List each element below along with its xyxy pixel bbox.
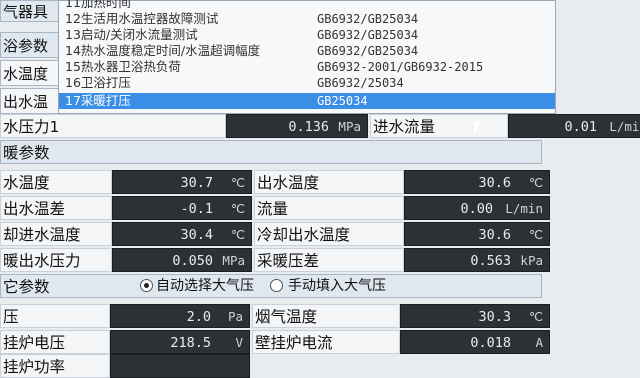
other-left-value: 2.0 Pa (110, 304, 250, 328)
other-right-label: 壁挂炉电流 (252, 330, 400, 354)
other-right-value: 30.3 ℃ (400, 304, 550, 328)
other-right-label: 烟气温度 (252, 304, 400, 328)
mouse-cursor-icon (474, 121, 481, 135)
heating-left-label: 水温度 (0, 170, 112, 194)
other-left-label: 压 (0, 304, 110, 328)
inlet-flow-value: 0.01L/min (508, 114, 640, 138)
inlet-pressure-value: 0.136 MPa (226, 114, 368, 138)
dropdown-item[interactable]: 12生活用水温控器故障测试 GB6932/GB25034 (59, 11, 555, 27)
side-header-appliance: 气器具 (0, 0, 62, 22)
dropdown-item[interactable]: 15热水器卫浴热负荷 GB6932-2001/GB6932-2015 (59, 59, 555, 75)
radio-manual-pressure[interactable] (270, 279, 283, 292)
side-header-water-temp: 水温度 (0, 60, 62, 86)
heating-left-label: 出水温差 (0, 196, 112, 220)
heating-right-label: 流量 (254, 196, 404, 220)
dropdown-item[interactable]: 14热水温度稳定时间/水温超调幅度 GB6932/GB25034 (59, 43, 555, 59)
inlet-pressure-label: 水压力1 (0, 114, 226, 138)
section-heating-params: 暖参数 (0, 140, 542, 164)
dropdown-item[interactable]: 13启动/关闭水流量测试 GB6932/GB25034 (59, 27, 555, 43)
other-right-value: 0.018 A (400, 330, 550, 354)
radio-auto-label: 自动选择大气压 (156, 278, 254, 294)
radio-manual-label: 手动填入大气压 (288, 278, 386, 294)
heating-left-label: 却进水温度 (0, 222, 112, 246)
heating-right-value: 30.6 ℃ (404, 222, 550, 246)
side-header-bath-params: 浴参数 (0, 32, 62, 58)
heating-right-label: 采暖压差 (254, 248, 404, 272)
dropdown-item-selected[interactable]: 17采暖打压 GB25034 (59, 93, 555, 109)
heating-left-value: 0.050 MPa (112, 248, 252, 272)
heating-left-value: 30.4 ℃ (112, 222, 252, 246)
heating-right-label: 冷却出水温度 (254, 222, 404, 246)
side-header-outlet-temp: 出水温 (0, 88, 62, 114)
other-left-value: 218.5 V (110, 330, 250, 354)
other-left-label: 挂炉电压 (0, 330, 110, 354)
heating-right-label: 出水温度 (254, 170, 404, 194)
heating-right-value: 0.563 kPa (404, 248, 550, 272)
other-left-label: 挂炉功率 (0, 354, 110, 378)
heating-right-value: 30.6 ℃ (404, 170, 550, 194)
heating-left-label: 暖出水压力 (0, 248, 112, 272)
radio-auto-pressure[interactable] (140, 279, 153, 292)
test-item-dropdown-list[interactable]: 11加热时间 12生活用水温控器故障测试 GB6932/GB25034 13启动/… (58, 0, 556, 114)
dropdown-item[interactable]: 16卫浴打压 GB6932/25034 (59, 75, 555, 91)
heating-right-value: 0.00 L/min (404, 196, 550, 220)
heating-left-value: 30.7 ℃ (112, 170, 252, 194)
other-left-value (110, 354, 250, 378)
inlet-flow-label: 进水流量 (370, 114, 508, 138)
heating-left-value: -0.1 ℃ (112, 196, 252, 220)
dropdown-item[interactable]: 11加热时间 (59, 0, 555, 11)
